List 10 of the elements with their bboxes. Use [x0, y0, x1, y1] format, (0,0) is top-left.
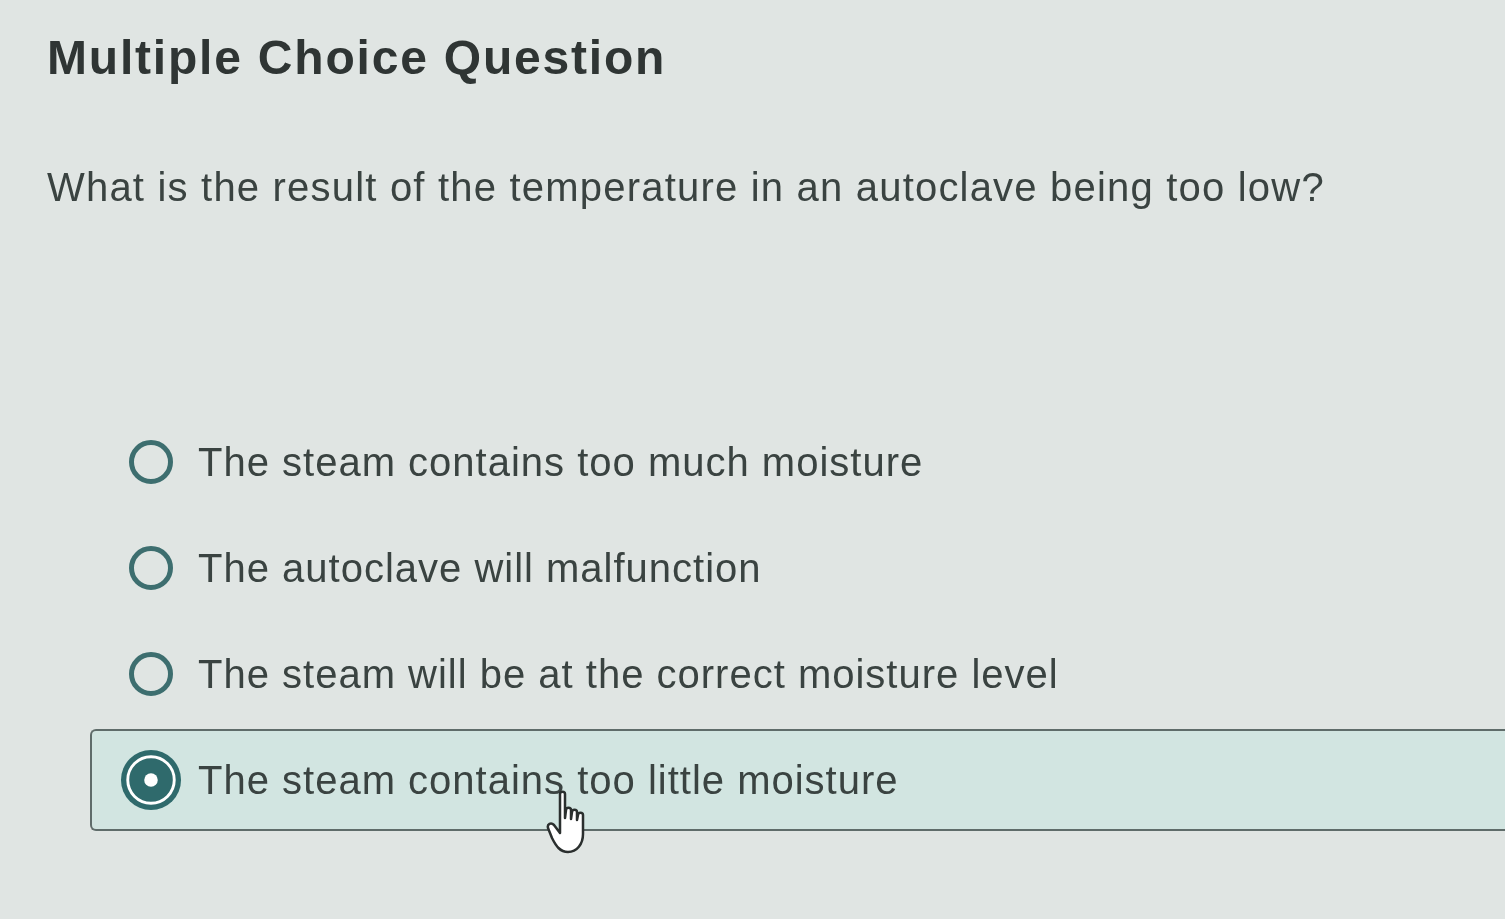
answer-option[interactable]: The autoclave will malfunction	[90, 515, 770, 621]
radio-button[interactable]	[129, 440, 173, 484]
radio-button[interactable]	[129, 546, 173, 590]
radio-button[interactable]	[129, 652, 173, 696]
answer-option[interactable]: The steam will be at the correct moisture level	[90, 621, 1067, 727]
answer-option[interactable]: The steam contains too much moisture	[90, 409, 932, 515]
question-type-heading: Multiple Choice Question	[47, 30, 667, 86]
question-text: What is the result of the temperature in an autoclave being too low?	[47, 164, 1325, 211]
answer-option[interactable]: The steam contains too little moisture	[90, 729, 1505, 831]
radio-button[interactable]	[120, 748, 182, 812]
